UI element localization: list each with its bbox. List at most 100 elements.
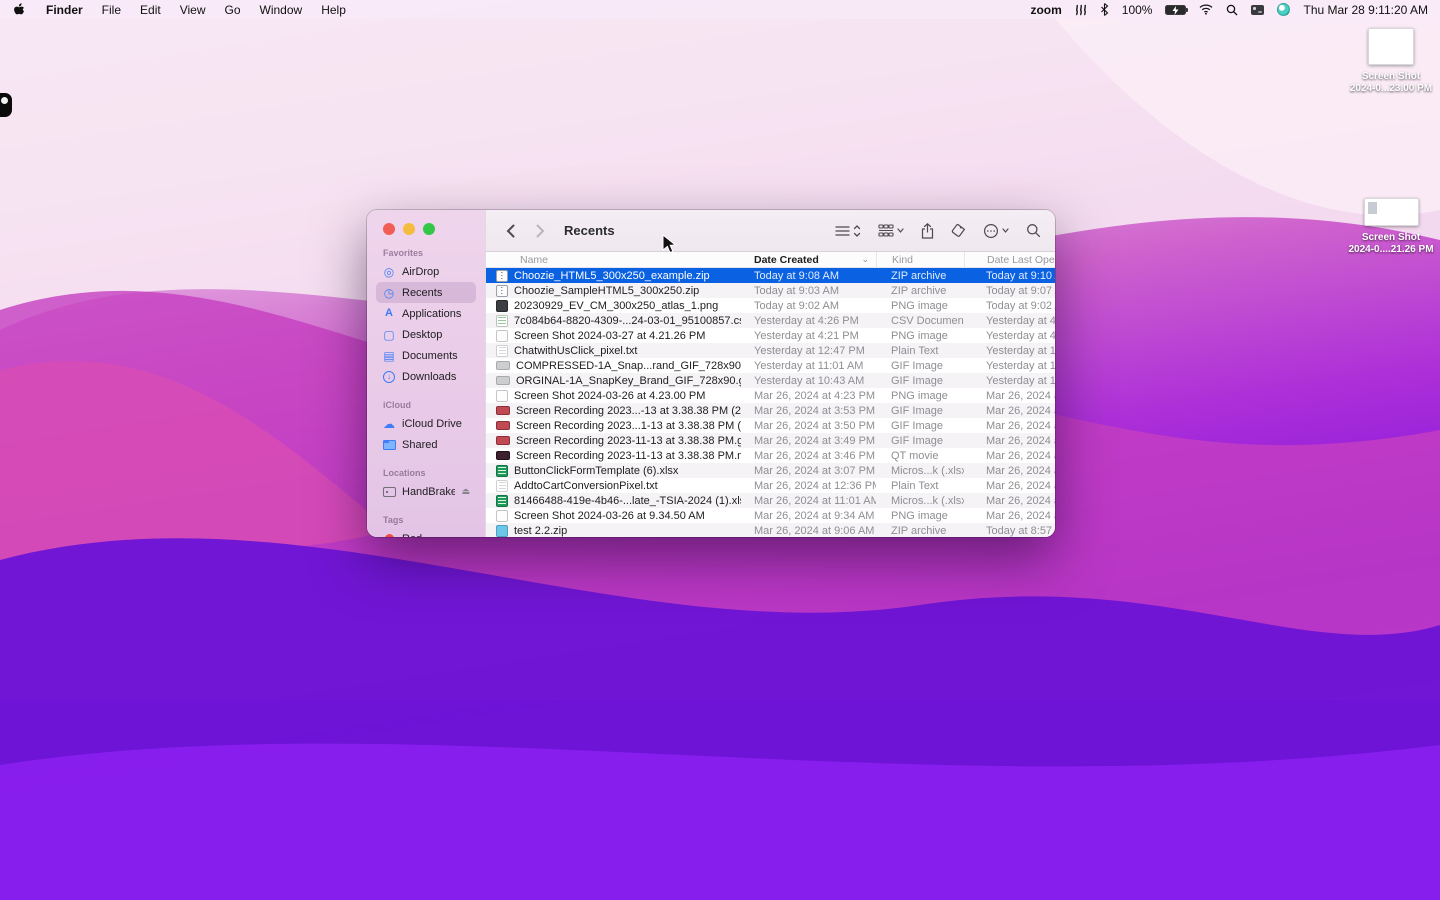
- file-name: Screen Recording 2023-11-13 at 3.38.38 P…: [516, 450, 741, 462]
- file-name-cell: ButtonClickFormTemplate (6).xlsx: [486, 465, 741, 477]
- menubar-clock[interactable]: Thu Mar 28 9:11:20 AM: [1303, 3, 1428, 17]
- file-type-icon: [496, 525, 508, 537]
- waves-icon[interactable]: [1075, 4, 1087, 16]
- file-type-icon: [496, 285, 508, 297]
- column-header-kind[interactable]: Kind: [876, 252, 964, 267]
- menu-item-file[interactable]: File: [102, 3, 121, 17]
- spotlight-search-icon[interactable]: [1226, 4, 1238, 16]
- sidebar-item[interactable]: Red: [376, 528, 476, 537]
- menu-item-edit[interactable]: Edit: [140, 3, 161, 17]
- file-row[interactable]: test 2.2.zip Mar 26, 2024 at 9:06 AM ZIP…: [486, 523, 1055, 537]
- tag-icon[interactable]: [951, 223, 966, 238]
- wifi-icon[interactable]: [1199, 4, 1213, 15]
- sidebar-item[interactable]: iCloud Drive: [376, 413, 476, 434]
- file-row[interactable]: 20230929_EV_CM_300x250_atlas_1.png Today…: [486, 298, 1055, 313]
- file-row[interactable]: AddtoCartConversionPixel.txt Mar 26, 202…: [486, 478, 1055, 493]
- sidebar-item[interactable]: Documents: [376, 345, 476, 366]
- sidebar-item[interactable]: Downloads: [376, 366, 476, 387]
- search-icon[interactable]: [1026, 223, 1041, 238]
- file-name: COMPRESSED-1A_Snap...rand_GIF_728x90 (2)…: [516, 360, 741, 372]
- column-header-name[interactable]: Name: [486, 252, 741, 267]
- sidebar-item-icon: [382, 329, 396, 341]
- column-header-date-created[interactable]: Date Created ⌄: [741, 252, 876, 267]
- desktop-file-screenshot-1[interactable]: Screen Shot 2024-0...23.00 PM: [1341, 28, 1440, 95]
- file-row[interactable]: Screen Recording 2023...-13 at 3.38.38 P…: [486, 403, 1055, 418]
- group-by-icon[interactable]: [878, 224, 894, 237]
- more-options-icon[interactable]: [983, 223, 999, 239]
- sort-stepper-icon[interactable]: [853, 224, 861, 238]
- sidebar-item-icon: [382, 418, 396, 430]
- file-row[interactable]: ORGINAL-1A_SnapKey_Brand_GIF_728x90.gif …: [486, 373, 1055, 388]
- back-button[interactable]: [500, 220, 520, 242]
- file-name-cell: Screen Shot 2024-03-27 at 4.21.26 PM: [486, 330, 741, 342]
- apple-menu-icon[interactable]: [12, 3, 25, 17]
- sidebar-item[interactable]: AirDrop: [376, 261, 476, 282]
- file-row[interactable]: Screen Recording 2023-11-13 at 3.38.38 P…: [486, 448, 1055, 463]
- file-row[interactable]: Choozie_SampleHTML5_300x250.zip Today at…: [486, 283, 1055, 298]
- eject-icon[interactable]: [461, 486, 470, 497]
- zoom-menu-label[interactable]: zoom: [1030, 3, 1061, 17]
- forward-button[interactable]: [530, 220, 550, 242]
- file-name-cell: Choozie_SampleHTML5_300x250.zip: [486, 285, 741, 297]
- file-row[interactable]: Screen Recording 2023...1-13 at 3.38.38 …: [486, 418, 1055, 433]
- desktop-file-screenshot-2[interactable]: Screen Shot 2024-0....21.26 PM: [1341, 198, 1440, 256]
- file-row[interactable]: COMPRESSED-1A_Snap...rand_GIF_728x90 (2)…: [486, 358, 1055, 373]
- file-date-created: Mar 26, 2024 at 3:53 PM: [741, 405, 876, 417]
- file-row[interactable]: ButtonClickFormTemplate (6).xlsx Mar 26,…: [486, 463, 1055, 478]
- file-type-icon: [496, 345, 508, 357]
- battery-icon[interactable]: [1165, 5, 1186, 15]
- file-name-cell: Screen Recording 2023...-13 at 3.38.38 P…: [486, 405, 741, 417]
- sidebar-item[interactable]: Shared: [376, 434, 476, 455]
- file-name: 20230929_EV_CM_300x250_atlas_1.png: [514, 300, 718, 312]
- sidebar-item[interactable]: Recents: [376, 282, 476, 303]
- sidebar-section-icloud: iCloud: [376, 400, 476, 410]
- menu-item-finder[interactable]: Finder: [46, 3, 83, 17]
- file-kind: PNG image: [876, 390, 964, 402]
- file-row[interactable]: 81466488-419e-4b46-...late_-TSIA-2024 (1…: [486, 493, 1055, 508]
- bluetooth-icon[interactable]: [1100, 3, 1109, 16]
- file-row[interactable]: Screen Shot 2024-03-26 at 4.23.00 PM Mar…: [486, 388, 1055, 403]
- menu-item-view[interactable]: View: [180, 3, 206, 17]
- menu-item-window[interactable]: Window: [260, 3, 303, 17]
- sidebar-item-icon: [382, 350, 396, 362]
- file-row[interactable]: Screen Shot 2024-03-26 at 9.34.50 AM Mar…: [486, 508, 1055, 523]
- file-kind: Plain Text: [876, 345, 964, 357]
- list-view-icon[interactable]: [835, 225, 850, 237]
- sidebar-item[interactable]: Desktop: [376, 324, 476, 345]
- share-icon[interactable]: [921, 223, 934, 239]
- file-date-last-opened: Yesterday at 12:47: [964, 345, 1055, 357]
- app-circle-icon[interactable]: [1277, 3, 1290, 16]
- sidebar-item[interactable]: Applications: [376, 303, 476, 324]
- minimize-button[interactable]: [403, 223, 415, 235]
- file-name-cell: Screen Shot 2024-03-26 at 4.23.00 PM: [486, 390, 741, 402]
- file-kind: ZIP archive: [876, 525, 964, 537]
- file-kind: Micros...k (.xlsx): [876, 495, 964, 507]
- file-name-cell: Screen Recording 2023-11-13 at 3.38.38 P…: [486, 435, 741, 447]
- file-date-created: Yesterday at 12:47 PM: [741, 345, 876, 357]
- file-kind: CSV Document: [876, 315, 964, 327]
- sidebar-item[interactable]: HandBrake...: [376, 481, 476, 502]
- file-row[interactable]: Choozie_HTML5_300x250_example.zip Today …: [486, 268, 1055, 283]
- file-kind: QT movie: [876, 450, 964, 462]
- fullscreen-button[interactable]: [423, 223, 435, 235]
- sidebar-favorites-list: AirDrop Recents Applications: [376, 261, 476, 387]
- file-row[interactable]: ChatwithUsClick_pixel.txt Yesterday at 1…: [486, 343, 1055, 358]
- sidebar-icloud-list: iCloud Drive Shared: [376, 413, 476, 455]
- file-row[interactable]: Screen Recording 2023-11-13 at 3.38.38 P…: [486, 433, 1055, 448]
- sidebar-section-tags: Tags: [376, 515, 476, 525]
- menu-item-help[interactable]: Help: [321, 3, 346, 17]
- file-name: Choozie_HTML5_300x250_example.zip: [514, 270, 710, 282]
- file-name-cell: 7c084b64-8820-4309-...24-03-01_95100857.…: [486, 315, 741, 327]
- file-name-cell: test 2.2.zip: [486, 525, 741, 537]
- file-date-created: Today at 9:02 AM: [741, 300, 876, 312]
- file-date-last-opened: Mar 26, 2024 at 3: [964, 465, 1055, 477]
- file-name: ButtonClickFormTemplate (6).xlsx: [514, 465, 678, 477]
- column-header-date-last-opened[interactable]: Date Last Opened: [964, 252, 1055, 267]
- file-row[interactable]: 7c084b64-8820-4309-...24-03-01_95100857.…: [486, 313, 1055, 328]
- file-name: Screen Recording 2023-11-13 at 3.38.38 P…: [516, 435, 741, 447]
- file-row[interactable]: Screen Shot 2024-03-27 at 4.21.26 PM Yes…: [486, 328, 1055, 343]
- display-icon[interactable]: [1251, 5, 1264, 15]
- menu-item-go[interactable]: Go: [225, 3, 241, 17]
- close-button[interactable]: [383, 223, 395, 235]
- sidebar-item-label: Downloads: [402, 371, 456, 383]
